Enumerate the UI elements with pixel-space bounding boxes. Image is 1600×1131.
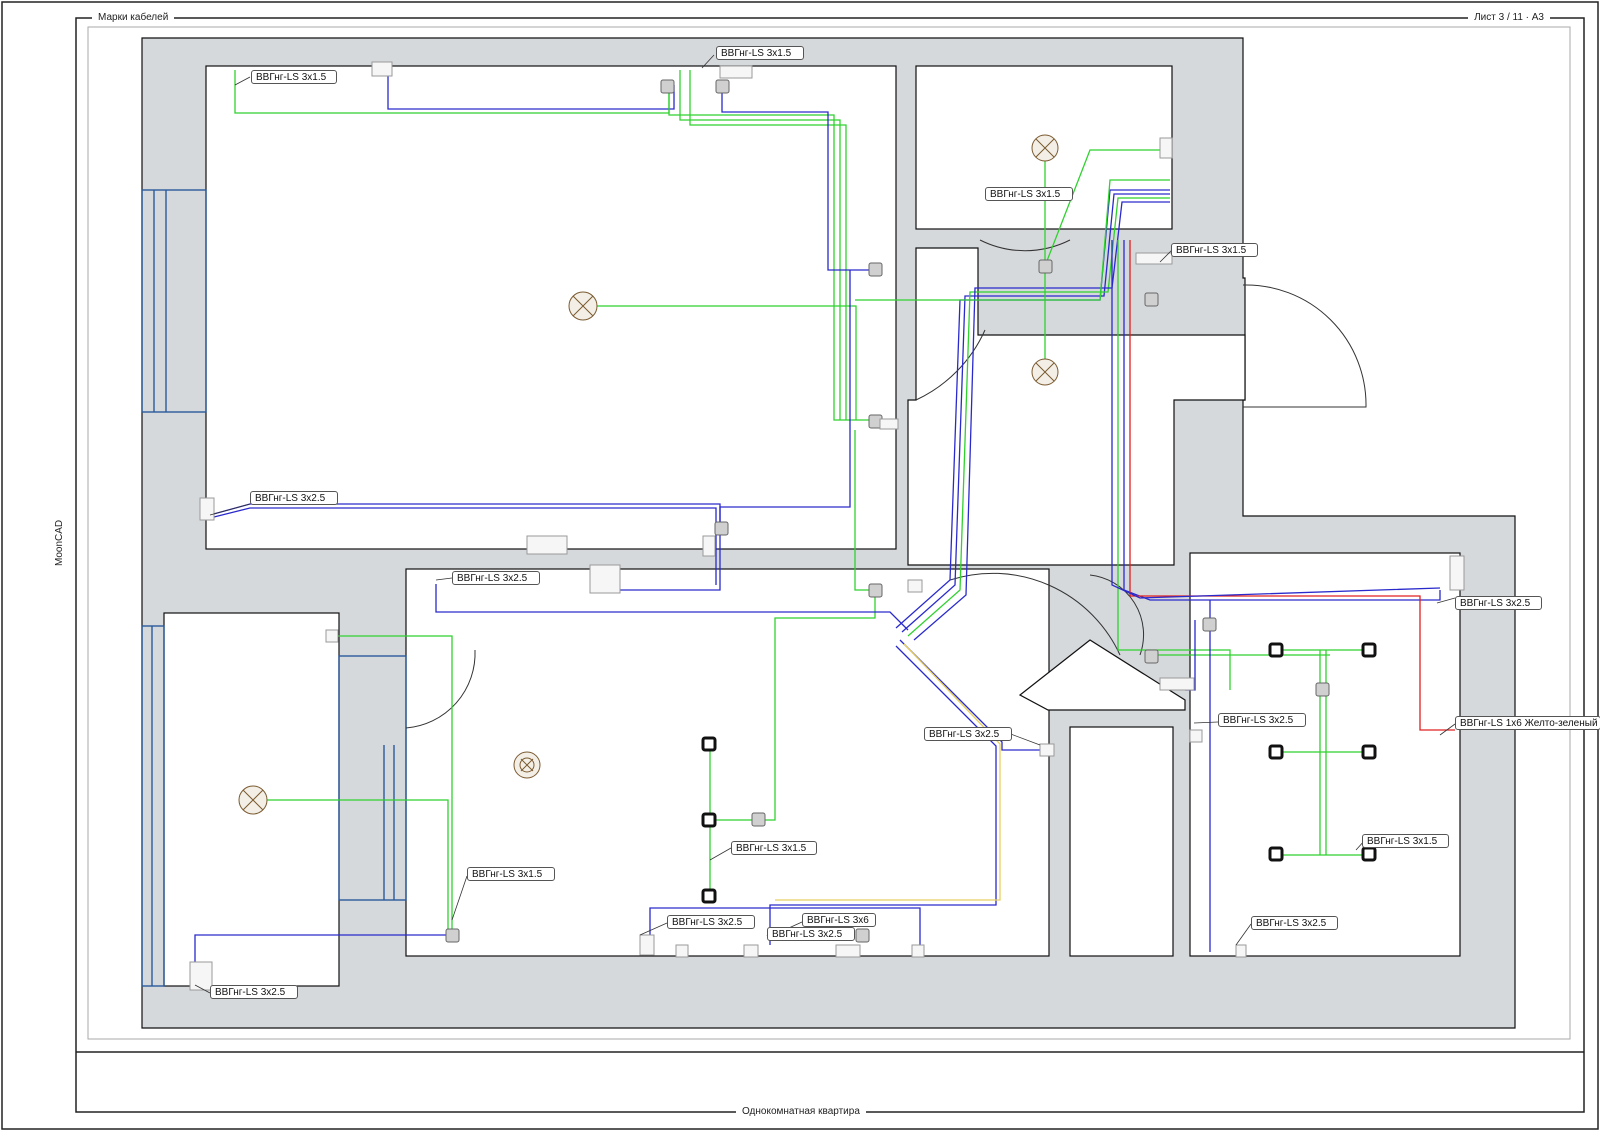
sheet-number: Лист 3 / 11 · А3: [1468, 12, 1550, 24]
room-kitchen: [405, 568, 1050, 957]
drawing-sheet: Марки кабелей Лист 3 / 11 · А3 Однокомна…: [0, 0, 1600, 1131]
cable-label[interactable]: ВВГнг-LS 3x2.5: [767, 927, 855, 941]
lamp-kitchen-top-2: [1031, 358, 1059, 386]
cable-label[interactable]: ВВГнг-LS 1x6 Желто-зеленый: [1455, 716, 1600, 730]
lamp-living: [568, 291, 598, 321]
sheet-title: Марки кабелей: [92, 12, 175, 24]
cable-label[interactable]: ВВГнг-LS 3x6: [802, 913, 876, 927]
cable-label[interactable]: ВВГнг-LS 3x1.5: [716, 46, 804, 60]
room-storage: [1069, 726, 1174, 957]
cable-label[interactable]: ВВГнг-LS 3x2.5: [1218, 713, 1306, 727]
lamp-loggia: [238, 785, 268, 815]
cable-label[interactable]: ВВГнг-LS 3x2.5: [924, 727, 1012, 741]
software-label: MoonCAD: [54, 519, 65, 566]
floor-plan: [1, 1, 1599, 1130]
project-title: Однокомнатная квартира: [736, 1106, 866, 1118]
room-living: [205, 65, 897, 550]
lamp-kitchen-top-1: [1031, 134, 1059, 162]
cable-label[interactable]: ВВГнг-LS 3x1.5: [985, 187, 1073, 201]
cable-label[interactable]: ВВГнг-LS 3x2.5: [1455, 596, 1542, 610]
cable-label[interactable]: ВВГнг-LS 3x1.5: [467, 867, 555, 881]
cable-label[interactable]: ВВГнг-LS 3x1.5: [731, 841, 817, 855]
cable-label[interactable]: ВВГнг-LS 3x2.5: [210, 985, 298, 999]
cable-label[interactable]: ВВГнг-LS 3x1.5: [1171, 243, 1258, 257]
cable-label[interactable]: ВВГнг-LS 3x1.5: [251, 70, 337, 84]
cable-label[interactable]: ВВГнг-LS 3x2.5: [1251, 916, 1338, 930]
cable-label[interactable]: ВВГнг-LS 3x1.5: [1362, 834, 1449, 848]
lamp-kitchen: [513, 751, 541, 779]
cable-label[interactable]: ВВГнг-LS 3x2.5: [667, 915, 755, 929]
cable-label[interactable]: ВВГнг-LS 3x2.5: [250, 491, 338, 505]
cable-label[interactable]: ВВГнг-LS 3x2.5: [452, 571, 540, 585]
